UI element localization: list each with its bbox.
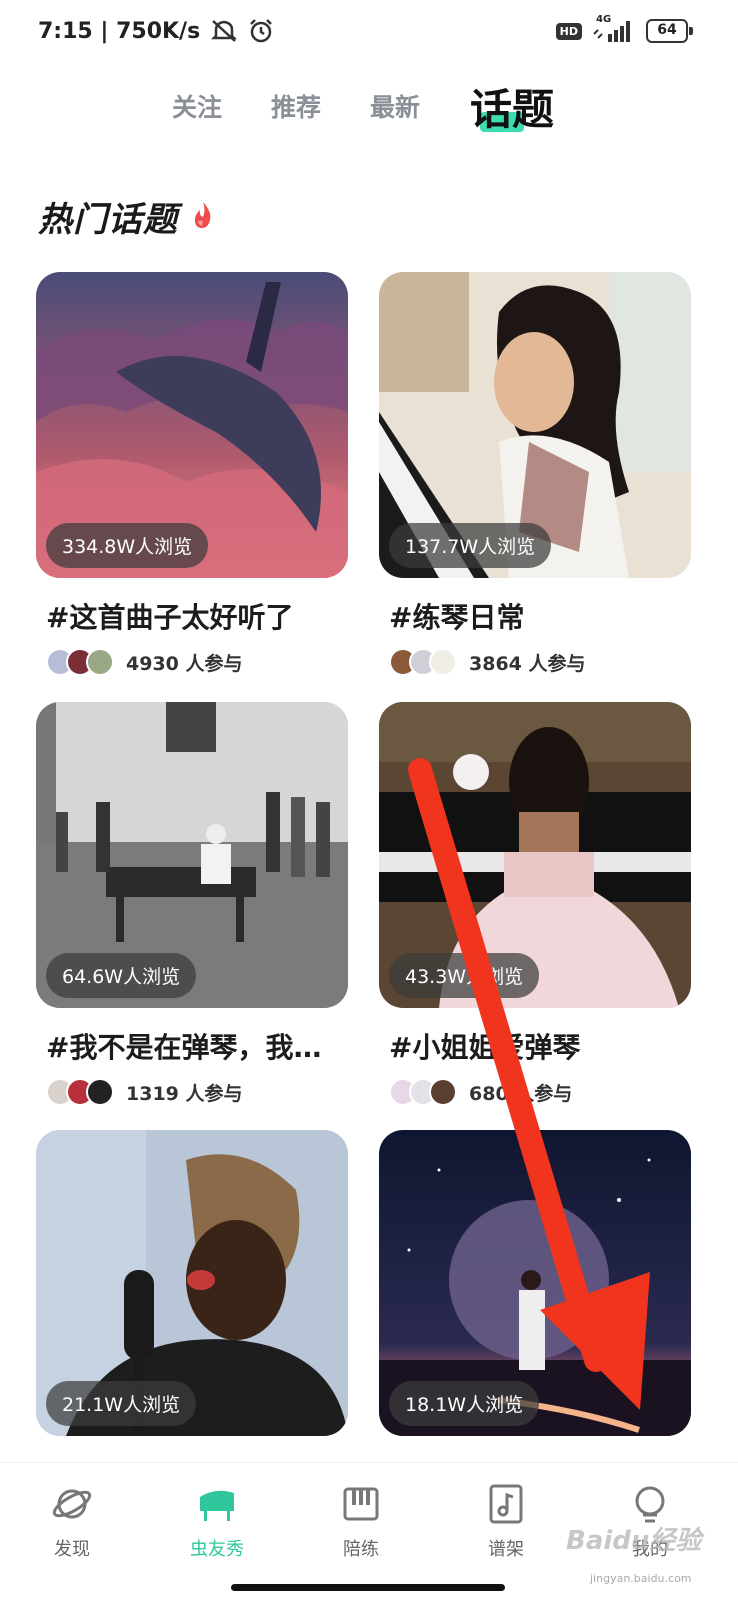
topic-meta: 3864 人参与 bbox=[389, 648, 691, 676]
hd-badge: HD bbox=[555, 22, 582, 40]
planet-icon bbox=[52, 1489, 92, 1519]
tab-latest[interactable]: 最新 bbox=[370, 88, 420, 124]
participant-avatars bbox=[46, 648, 114, 676]
topic-title[interactable]: #小姐姐爱弹琴 bbox=[389, 1026, 689, 1066]
topic-meta: 1319 人参与 bbox=[46, 1078, 348, 1106]
participant-count: 680 人参与 bbox=[469, 1082, 573, 1105]
fire-icon bbox=[195, 202, 211, 228]
topic-card[interactable]: 137.7W人浏览 #练琴日常 3864 人参与 bbox=[379, 272, 691, 676]
status-bar: 7:15 | 750K/s HD 4G 64 bbox=[0, 0, 738, 62]
nav-label: 发现 bbox=[54, 1539, 90, 1560]
topic-cover-pink-dress[interactable]: 43.3W人浏览 bbox=[379, 702, 691, 1008]
topic-cover-whale[interactable]: 334.8W人浏览 bbox=[36, 272, 348, 578]
status-left: 7:15 | 750K/s bbox=[38, 18, 274, 44]
topic-cover-moon[interactable]: 18.1W人浏览 bbox=[379, 1130, 691, 1436]
topic-card[interactable]: 64.6W人浏览 #我不是在弹琴，我… 1319 人参与 bbox=[36, 702, 348, 1106]
view-count: 137.7W人浏览 bbox=[389, 523, 552, 568]
music-note-icon bbox=[489, 1484, 523, 1524]
topic-cover-girl-piano[interactable]: 137.7W人浏览 bbox=[379, 272, 691, 578]
nav-stand[interactable]: 谱架 bbox=[466, 1483, 546, 1561]
tab-recommend[interactable]: 推荐 bbox=[271, 88, 321, 124]
participant-count: 1319 人参与 bbox=[126, 1082, 243, 1105]
participant-avatars bbox=[46, 1078, 114, 1106]
status-right: HD 4G 64 bbox=[555, 14, 693, 44]
tab-topics-label: 话题 bbox=[470, 85, 555, 134]
nav-label: 虫友秀 bbox=[190, 1539, 244, 1560]
tab-topics[interactable]: 话题 bbox=[470, 76, 554, 137]
watermark-url: jingyan.baidu.com bbox=[590, 1572, 692, 1585]
view-count: 64.6W人浏览 bbox=[46, 953, 197, 998]
piano-icon bbox=[200, 1490, 234, 1521]
topic-cover-singer[interactable]: 21.1W人浏览 bbox=[36, 1130, 348, 1436]
topic-card[interactable]: 43.3W人浏览 #小姐姐爱弹琴 680 人参与 bbox=[379, 702, 691, 1106]
mute-icon bbox=[210, 18, 238, 44]
home-indicator[interactable] bbox=[231, 1584, 505, 1591]
topic-meta: 4930 人参与 bbox=[46, 648, 348, 676]
participant-count: 3864 人参与 bbox=[469, 652, 586, 675]
topic-card[interactable]: 18.1W人浏览 bbox=[379, 1130, 691, 1436]
top-tabs: 关注 推荐 最新 话题 bbox=[0, 76, 738, 136]
nav-discover[interactable]: 发现 bbox=[32, 1483, 112, 1561]
battery-icon: 64 bbox=[646, 19, 693, 43]
topic-cover-street-piano[interactable]: 64.6W人浏览 bbox=[36, 702, 348, 1008]
avatar bbox=[86, 648, 114, 676]
alarm-icon bbox=[248, 18, 274, 44]
topic-card[interactable]: 21.1W人浏览 bbox=[36, 1130, 348, 1436]
participant-count: 4930 人参与 bbox=[126, 652, 243, 675]
topic-title[interactable]: #这首曲子太好听了 bbox=[46, 596, 346, 636]
nav-practice[interactable]: 陪练 bbox=[321, 1483, 401, 1561]
topic-title[interactable]: #练琴日常 bbox=[389, 596, 689, 636]
network-type: 4G bbox=[596, 14, 612, 25]
view-count: 334.8W人浏览 bbox=[46, 523, 209, 568]
time-speed: 7:15 | 750K/s bbox=[38, 18, 201, 44]
tab-follow[interactable]: 关注 bbox=[172, 88, 222, 124]
participant-avatars bbox=[389, 1078, 457, 1106]
signal-icon: 4G bbox=[592, 14, 636, 44]
section-title: 热门话题 bbox=[38, 200, 178, 240]
topic-card[interactable]: 334.8W人浏览 #这首曲子太好听了 4930 人参与 bbox=[36, 272, 348, 676]
nav-show[interactable]: 虫友秀 bbox=[177, 1483, 257, 1561]
avatar bbox=[429, 1078, 457, 1106]
avatar bbox=[86, 1078, 114, 1106]
view-count: 43.3W人浏览 bbox=[389, 953, 540, 998]
nav-label: 谱架 bbox=[488, 1539, 524, 1560]
nav-label: 陪练 bbox=[343, 1539, 379, 1560]
participant-avatars bbox=[389, 648, 457, 676]
view-count: 18.1W人浏览 bbox=[389, 1381, 540, 1426]
view-count: 21.1W人浏览 bbox=[46, 1381, 197, 1426]
avatar bbox=[429, 648, 457, 676]
watermark: Baidu经验 bbox=[566, 1526, 702, 1556]
topic-title[interactable]: #我不是在弹琴，我… bbox=[46, 1026, 346, 1066]
bulb-avatar-icon bbox=[635, 1486, 665, 1523]
topic-meta: 680 人参与 bbox=[389, 1078, 691, 1106]
keyboard-icon bbox=[343, 1487, 379, 1521]
